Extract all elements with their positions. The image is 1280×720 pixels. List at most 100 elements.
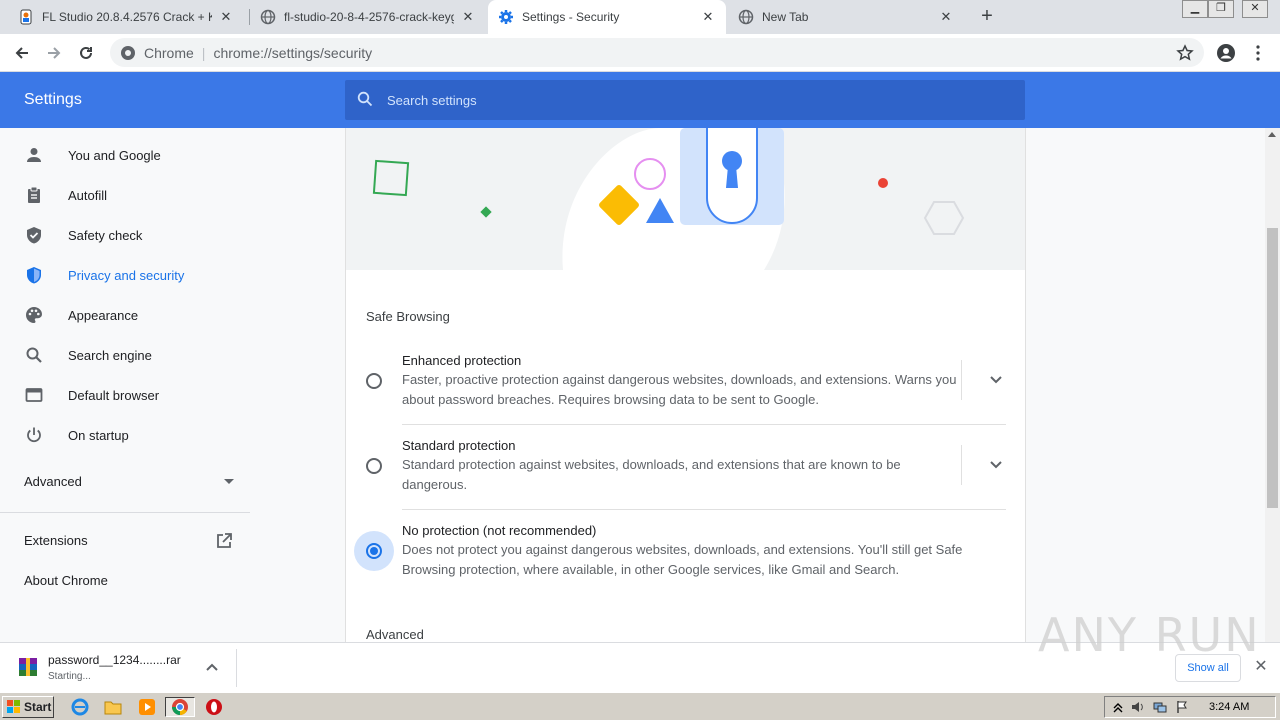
- action-center-flag-icon: [1177, 701, 1187, 713]
- settings-sidebar: You and Google Autofill Safety check Pri…: [0, 128, 260, 642]
- forward-button[interactable]: [42, 41, 66, 65]
- option-description: Faster, proactive protection against dan…: [402, 372, 957, 407]
- option-divider: [402, 424, 1006, 425]
- close-icon[interactable]: ✕: [460, 9, 476, 25]
- chrome-taskbar-icon[interactable]: [165, 697, 195, 717]
- close-icon[interactable]: ✕: [218, 9, 234, 25]
- tab-fl-studio-crack[interactable]: FL Studio 20.8.4.2576 Crack + Keyg ✕: [8, 0, 244, 34]
- safe-browsing-heading: Safe Browsing: [366, 309, 450, 324]
- omnibox-url[interactable]: chrome://settings/security: [213, 45, 372, 61]
- scrollbar-thumb[interactable]: [1267, 228, 1278, 508]
- chevron-up-icon[interactable]: [204, 659, 220, 675]
- sidebar-item-about-chrome[interactable]: About Chrome: [24, 573, 108, 588]
- close-icon[interactable]: ✕: [938, 9, 954, 25]
- tab-fl-studio-keygen[interactable]: fl-studio-20-8-4-2576-crack-keygen- ✕: [250, 0, 486, 34]
- sidebar-item-extensions[interactable]: Extensions: [24, 533, 88, 548]
- sidebar-item-appearance[interactable]: Appearance: [0, 295, 250, 335]
- anyrun-watermark: ANY RUN: [1038, 608, 1261, 662]
- open-in-new-icon[interactable]: [215, 532, 233, 550]
- start-button[interactable]: Start: [2, 696, 54, 718]
- forward-arrow-icon: [48, 47, 61, 59]
- option-divider: [402, 509, 1006, 510]
- radio-enhanced-protection[interactable]: [366, 373, 382, 389]
- advanced-heading: Advanced: [366, 627, 424, 642]
- browser-window-icon: [24, 385, 44, 405]
- sidebar-item-label: Safety check: [68, 227, 143, 243]
- tab-title: Settings - Security: [522, 10, 620, 24]
- sidebar-extensions-label: Extensions: [24, 533, 88, 548]
- search-icon: [357, 91, 373, 110]
- address-bar[interactable]: Chrome | chrome://settings/security: [110, 38, 1204, 67]
- option-description: Does not protect you against dangerous w…: [402, 542, 963, 577]
- sidebar-divider: [0, 512, 250, 513]
- security-illustration: [346, 128, 1025, 270]
- bookmark-star-icon[interactable]: [1174, 42, 1196, 64]
- option-label: Enhanced protection: [402, 353, 522, 368]
- palette-icon: [24, 305, 44, 325]
- fl-studio-icon: [18, 9, 34, 25]
- scroll-up-arrow-icon[interactable]: [1268, 132, 1276, 137]
- tab-title: fl-studio-20-8-4-2576-crack-keygen-: [284, 10, 454, 24]
- option-label: No protection (not recommended): [402, 523, 597, 538]
- clipboard-icon: [24, 185, 44, 205]
- back-button[interactable]: [10, 41, 34, 65]
- file-explorer-icon[interactable]: [103, 697, 123, 717]
- sidebar-item-label: On startup: [68, 427, 129, 443]
- shield-icon: [24, 265, 44, 285]
- settings-search[interactable]: [345, 80, 1025, 120]
- settings-gear-icon: [498, 9, 514, 25]
- sidebar-item-label: Autofill: [68, 187, 108, 203]
- option-standard-protection[interactable]: Standard protection Standard protection …: [346, 428, 1025, 498]
- sidebar-about-label: About Chrome: [24, 573, 108, 588]
- back-arrow-icon: [15, 47, 28, 59]
- omnibox-separator: |: [201, 44, 206, 61]
- page-title: Settings: [24, 91, 82, 108]
- power-icon: [24, 425, 44, 445]
- radio-standard-protection[interactable]: [366, 458, 382, 474]
- windows-logo-icon: [7, 700, 20, 713]
- download-filename[interactable]: password__1234........rar: [48, 653, 181, 667]
- search-icon: [24, 345, 44, 365]
- option-enhanced-protection[interactable]: Enhanced protection Faster, proactive pr…: [346, 343, 1025, 413]
- close-icon[interactable]: ✕: [700, 9, 716, 25]
- sidebar-item-search-engine[interactable]: Search engine: [0, 335, 250, 375]
- radio-no-protection[interactable]: [366, 543, 382, 559]
- network-icon: [1153, 702, 1167, 713]
- option-label: Standard protection: [402, 438, 516, 453]
- omnibox-site-label: Chrome: [144, 44, 194, 61]
- new-tab-button[interactable]: +: [976, 6, 998, 27]
- minimize-button[interactable]: ▁: [1182, 0, 1208, 18]
- sidebar-item-default-browser[interactable]: Default browser: [0, 375, 250, 415]
- windows-taskbar: Start 3:24 AM: [0, 692, 1280, 720]
- profile-avatar-icon[interactable]: [1214, 41, 1238, 65]
- volume-icon: [1132, 702, 1143, 712]
- sidebar-item-you-and-google[interactable]: You and Google: [0, 135, 250, 175]
- expand-more-icon[interactable]: [986, 370, 1006, 390]
- sidebar-item-label: Privacy and security: [68, 267, 185, 283]
- restore-button[interactable]: ❐: [1208, 0, 1234, 18]
- download-status: Starting...: [48, 671, 91, 682]
- opera-icon[interactable]: [204, 697, 224, 717]
- kebab-menu-icon[interactable]: [1246, 41, 1270, 65]
- option-no-protection[interactable]: No protection (not recommended) Does not…: [346, 513, 1025, 583]
- sidebar-item-privacy-and-security[interactable]: Privacy and security: [0, 255, 250, 295]
- show-hidden-icons-icon: [1113, 703, 1123, 713]
- media-player-icon[interactable]: [137, 697, 157, 717]
- sidebar-item-autofill[interactable]: Autofill: [0, 175, 250, 215]
- sidebar-item-safety-check[interactable]: Safety check: [0, 215, 250, 255]
- internet-explorer-icon[interactable]: [70, 697, 90, 717]
- sidebar-advanced-toggle[interactable]: Advanced: [24, 474, 234, 489]
- tab-strip: FL Studio 20.8.4.2576 Crack + Keyg ✕ fl-…: [0, 0, 1280, 34]
- tab-new-tab[interactable]: New Tab ✕: [728, 0, 964, 34]
- sidebar-item-on-startup[interactable]: On startup: [0, 415, 250, 455]
- settings-header: Settings: [0, 72, 1280, 128]
- search-input[interactable]: [387, 92, 987, 108]
- page-scrollbar[interactable]: [1265, 128, 1280, 642]
- system-tray: 3:24 AM: [1104, 696, 1276, 718]
- expand-more-icon[interactable]: [986, 455, 1006, 475]
- close-window-button[interactable]: ✕: [1242, 0, 1268, 18]
- tab-settings-security[interactable]: Settings - Security ✕: [488, 0, 726, 34]
- taskbar-clock[interactable]: 3:24 AM: [1209, 701, 1249, 713]
- sidebar-item-label: Appearance: [68, 307, 139, 323]
- reload-button[interactable]: [74, 41, 98, 65]
